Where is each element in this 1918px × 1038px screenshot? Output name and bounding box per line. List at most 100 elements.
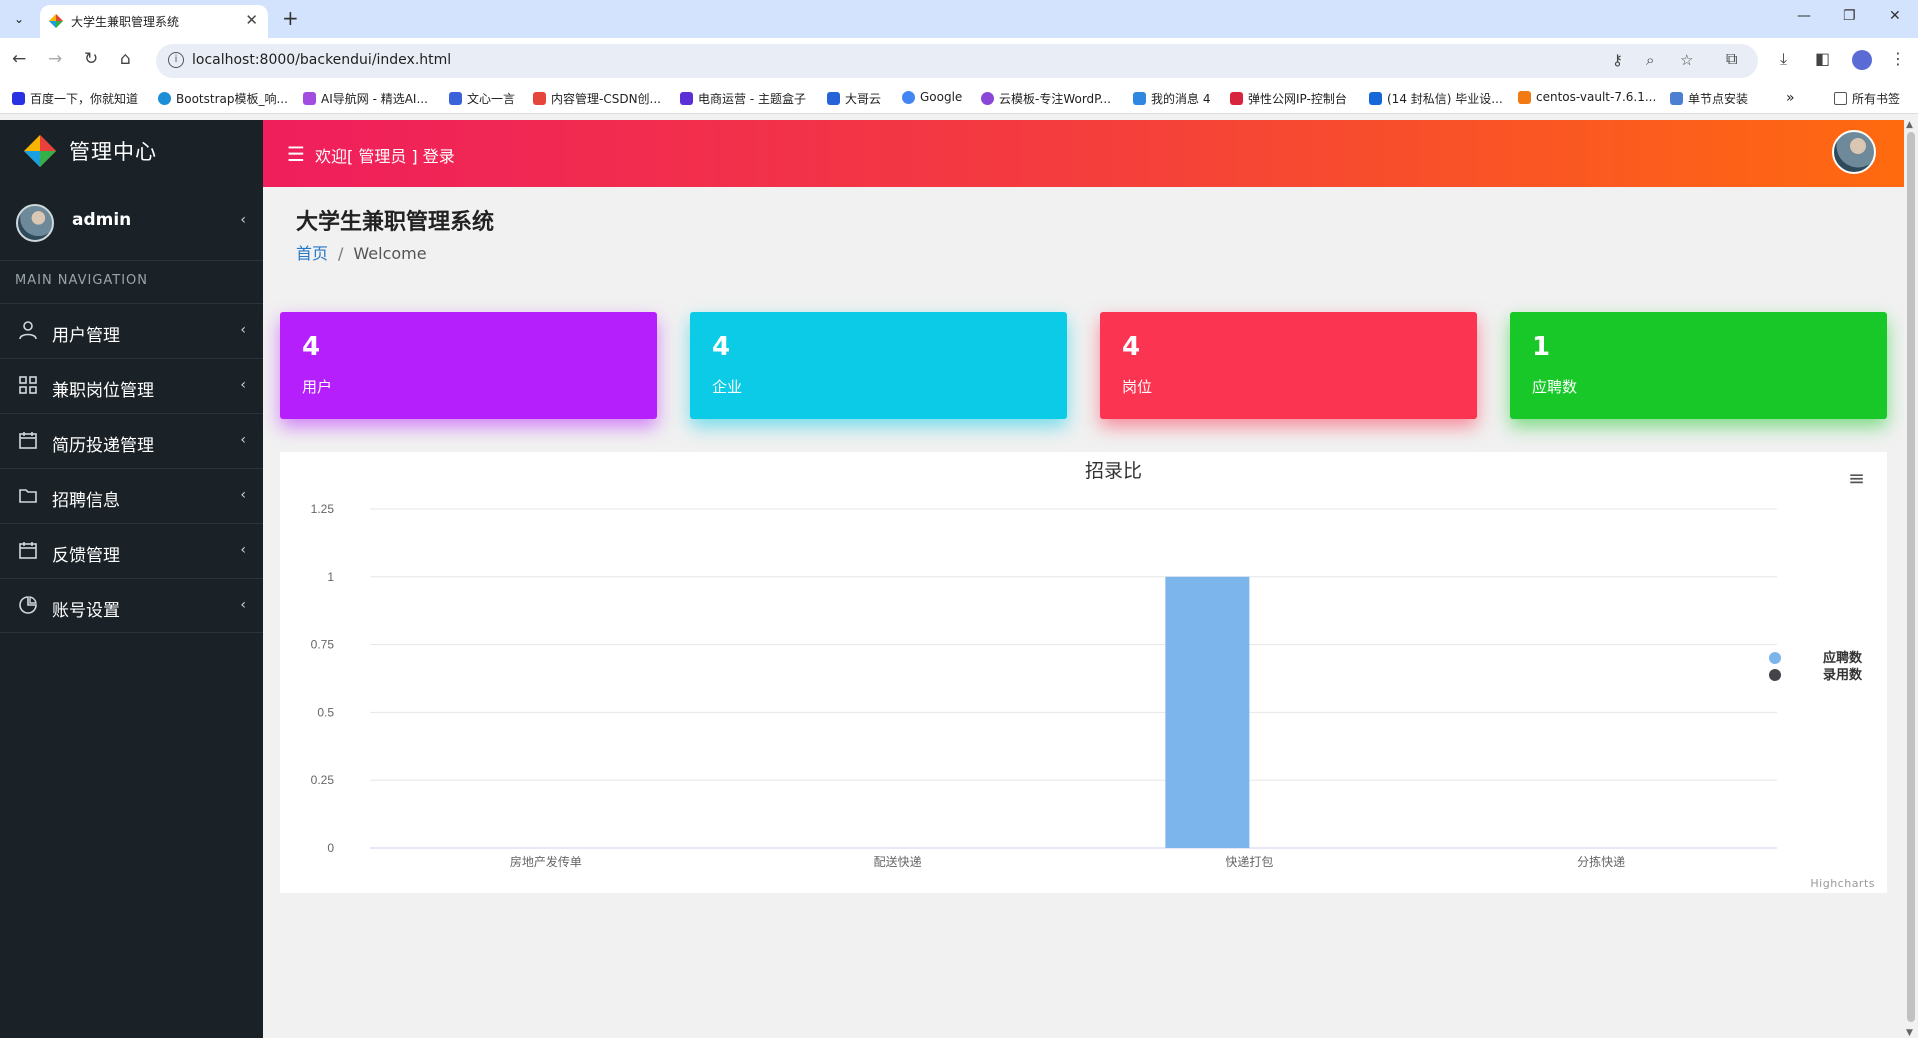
chevron-left-icon[interactable]: ‹ bbox=[240, 212, 246, 228]
stat-value: 4 bbox=[302, 332, 321, 362]
sidebar-item-feedback[interactable]: 反馈管理 ‹ bbox=[0, 523, 263, 578]
address-bar[interactable]: i localhost:8000/backendui/index.html ⚷ … bbox=[156, 44, 1758, 78]
tab-close-icon[interactable]: ✕ bbox=[245, 11, 258, 29]
csdn-icon bbox=[533, 92, 546, 105]
forward-icon[interactable]: → bbox=[48, 49, 62, 69]
page-scrollbar[interactable]: ▲ ▼ bbox=[1904, 120, 1918, 1038]
chart-title: 招录比 bbox=[1085, 460, 1142, 482]
restore-icon[interactable]: ❐ bbox=[1843, 8, 1856, 24]
browser-menu-icon[interactable]: ⋮ bbox=[1890, 49, 1906, 68]
scroll-down-icon[interactable]: ▼ bbox=[1906, 1028, 1913, 1038]
x-tick-label: 房地产发传单 bbox=[510, 854, 582, 869]
hamburger-menu-icon[interactable]: ☰ bbox=[287, 142, 305, 166]
site-info-icon[interactable]: i bbox=[168, 52, 184, 68]
x-tick-label: 分拣快递 bbox=[1577, 854, 1625, 869]
stat-card-users[interactable]: 4 用户 bbox=[280, 312, 657, 419]
legend-label: 录用数 bbox=[1823, 667, 1863, 682]
tab-search-icon[interactable]: ⌄ bbox=[8, 8, 30, 30]
messages-icon bbox=[1133, 92, 1146, 105]
all-bookmarks-button[interactable]: 所有书签 bbox=[1834, 90, 1900, 107]
stat-label: 企业 bbox=[712, 378, 743, 396]
chart-menu-icon[interactable]: ≡ bbox=[1848, 466, 1865, 490]
bookmark-item[interactable]: 百度一下，你就知道 bbox=[12, 90, 138, 107]
y-tick-label: 0.75 bbox=[311, 638, 335, 652]
bookmark-item[interactable]: 文心一言 bbox=[449, 90, 515, 107]
bookmarks-bar: 百度一下，你就知道 Bootstrap模板_响... AI导航网 - 精选AI.… bbox=[0, 84, 1918, 114]
extensions-icon[interactable]: ⧉ bbox=[1726, 49, 1737, 69]
yunmuban-icon bbox=[981, 92, 994, 105]
y-tick-label: 1.25 bbox=[311, 502, 335, 516]
reload-icon[interactable]: ↻ bbox=[84, 49, 98, 69]
legend-marker bbox=[1769, 652, 1781, 664]
side-panel-icon[interactable]: ◧ bbox=[1815, 49, 1830, 68]
pie-icon bbox=[19, 596, 37, 614]
bookmark-item[interactable]: (14 封私信) 毕业设... bbox=[1369, 90, 1503, 107]
chevron-left-icon: ‹ bbox=[240, 432, 246, 448]
breadcrumb-current: Welcome bbox=[353, 244, 427, 263]
stat-card-companies[interactable]: 4 企业 bbox=[690, 312, 1067, 419]
stat-value: 4 bbox=[712, 332, 731, 362]
baidu-icon bbox=[12, 92, 25, 105]
sidebar-item-users[interactable]: 用户管理 ‹ bbox=[0, 303, 263, 358]
stat-card-positions[interactable]: 4 岗位 bbox=[1100, 312, 1477, 419]
browser-tab[interactable]: 大学生兼职管理系统 ✕ bbox=[40, 5, 268, 38]
bookmark-item[interactable]: 弹性公网IP-控制台 bbox=[1230, 90, 1347, 107]
x-tick-label: 快递打包 bbox=[1225, 855, 1273, 869]
sidebar-item-jobs[interactable]: 兼职岗位管理 ‹ bbox=[0, 358, 263, 413]
password-key-icon[interactable]: ⚷ bbox=[1612, 51, 1623, 69]
bookmark-item[interactable]: 电商运营 - 主题盒子 bbox=[680, 90, 806, 107]
page-title: 大学生兼职管理系统 bbox=[296, 210, 495, 235]
user-icon bbox=[19, 321, 37, 340]
stat-value: 4 bbox=[1122, 332, 1141, 362]
sidebar-item-account[interactable]: 账号设置 ‹ bbox=[0, 578, 263, 633]
bookmark-item[interactable]: 大哥云 bbox=[827, 90, 881, 107]
wenxin-icon bbox=[449, 92, 462, 105]
sidebar-item-label: 简历投递管理 bbox=[52, 436, 154, 456]
back-icon[interactable]: ← bbox=[12, 49, 26, 69]
chevron-left-icon: ‹ bbox=[240, 322, 246, 338]
downloads-icon[interactable]: ⤓ bbox=[1780, 49, 1787, 69]
bookmark-item[interactable]: Google bbox=[902, 90, 962, 104]
app-favicon-icon bbox=[49, 14, 63, 28]
stat-label: 岗位 bbox=[1122, 378, 1153, 396]
bookmark-item[interactable]: AI导航网 - 精选AI... bbox=[303, 90, 428, 107]
breadcrumb-home-link[interactable]: 首页 bbox=[296, 244, 328, 263]
install-doc-icon bbox=[1670, 92, 1683, 105]
scroll-thumb[interactable] bbox=[1907, 132, 1915, 1022]
bookmark-item[interactable]: 云模板-专注WordP... bbox=[981, 90, 1111, 107]
user-panel[interactable]: admin ‹ bbox=[0, 180, 263, 261]
top-header: ☰ 欢迎[ 管理员 ] 登录 bbox=[263, 120, 1904, 187]
brand[interactable]: 管理中心 bbox=[0, 120, 263, 180]
address-url[interactable]: localhost:8000/backendui/index.html bbox=[192, 52, 451, 68]
stat-card-applications[interactable]: 1 应聘数 bbox=[1510, 312, 1887, 419]
stat-value: 1 bbox=[1532, 332, 1551, 362]
calendar-icon bbox=[19, 432, 37, 449]
sidebar-item-resumes[interactable]: 简历投递管理 ‹ bbox=[0, 413, 263, 468]
minimize-icon[interactable]: — bbox=[1797, 8, 1811, 24]
more-bookmarks-icon[interactable]: » bbox=[1786, 90, 1795, 106]
zoom-icon[interactable]: ⌕ bbox=[1646, 51, 1654, 69]
chart-credit[interactable]: Highcharts bbox=[1810, 877, 1875, 890]
bookmark-star-icon[interactable]: ☆ bbox=[1680, 51, 1693, 69]
bookmark-item[interactable]: 单节点安装 bbox=[1670, 90, 1748, 107]
browser-tabstrip: ⌄ 大学生兼职管理系统 ✕ + — ❐ ✕ bbox=[0, 0, 1918, 38]
legend-marker bbox=[1769, 669, 1781, 681]
zhihu-icon bbox=[1369, 92, 1382, 105]
new-tab-button[interactable]: + bbox=[282, 6, 299, 30]
bookmark-item[interactable]: 我的消息 4 bbox=[1133, 90, 1210, 107]
sidebar-item-label: 反馈管理 bbox=[52, 546, 120, 566]
sidebar-item-recruitment[interactable]: 招聘信息 ‹ bbox=[0, 468, 263, 523]
google-icon bbox=[902, 90, 915, 104]
bookmark-item[interactable]: centos-vault-7.6.1... bbox=[1518, 90, 1656, 104]
x-tick-label: 配送快递 bbox=[874, 854, 922, 869]
grid-icon bbox=[19, 376, 37, 394]
y-tick-label: 0.25 bbox=[311, 773, 335, 787]
scroll-up-icon[interactable]: ▲ bbox=[1906, 120, 1913, 130]
avatar[interactable] bbox=[1832, 130, 1876, 174]
home-icon[interactable]: ⌂ bbox=[120, 49, 131, 69]
window-close-icon[interactable]: ✕ bbox=[1889, 8, 1901, 24]
y-tick-label: 1 bbox=[327, 570, 334, 584]
bookmark-item[interactable]: 内容管理-CSDN创... bbox=[533, 90, 661, 107]
bookmark-item[interactable]: Bootstrap模板_响... bbox=[158, 90, 288, 107]
profile-avatar[interactable] bbox=[1852, 50, 1872, 70]
